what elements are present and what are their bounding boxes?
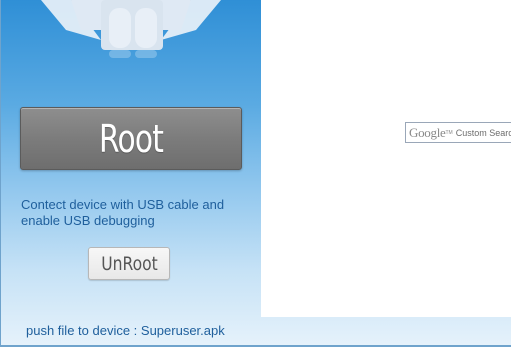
root-button-label: Root <box>98 116 164 161</box>
search-input[interactable]: Google TM Custom Search <box>405 122 511 143</box>
search-placeholder: Custom Search <box>455 127 511 138</box>
unroot-button-label: UnRoot <box>100 252 158 275</box>
root-button[interactable]: Root <box>20 107 242 170</box>
instructions-text: Contect device with USB cable and enable… <box>21 197 225 228</box>
left-panel: Root Contect device with USB cable and e… <box>1 0 261 318</box>
status-bar: push file to device : Superuser.apk <box>1 318 511 347</box>
app-window: Root Contect device with USB cable and e… <box>0 0 511 347</box>
google-trademark: TM <box>445 129 453 136</box>
google-logo: Google <box>409 124 446 140</box>
status-text: push file to device : Superuser.apk <box>26 323 225 338</box>
android-robot-icon <box>41 0 221 58</box>
content-area: Google TM Custom Search <box>261 0 511 317</box>
unroot-button[interactable]: UnRoot <box>88 247 170 280</box>
